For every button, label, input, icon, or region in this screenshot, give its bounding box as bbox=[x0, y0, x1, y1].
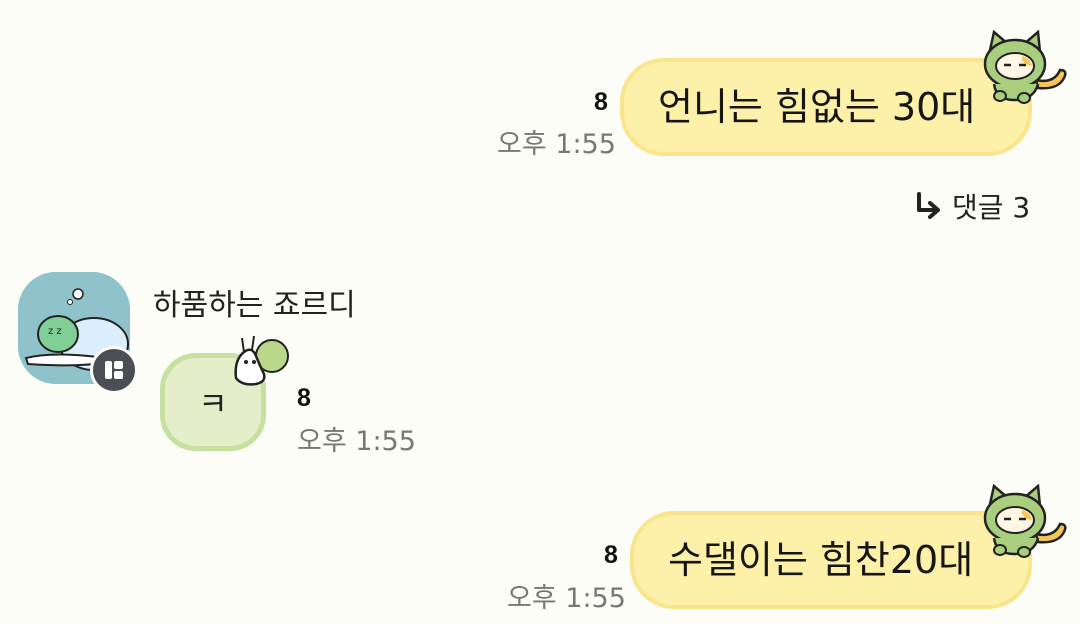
reply-count-label: 댓글 3 bbox=[952, 191, 1031, 224]
unread-count: 8 bbox=[594, 88, 608, 116]
svg-text:z z: z z bbox=[48, 326, 62, 337]
chat-screen: 8 오후 1:55 언니는 힘없는 30대 댓글 3 z z 하품하는 죠르디 … bbox=[0, 0, 1080, 624]
unread-count: 8 bbox=[297, 384, 311, 412]
message-time: 오후 1:55 bbox=[497, 129, 616, 160]
reply-arrow-icon bbox=[917, 192, 940, 219]
message-time: 오후 1:55 bbox=[297, 426, 416, 457]
message-time: 오후 1:55 bbox=[507, 583, 626, 614]
message-text: ㅋ bbox=[198, 385, 228, 423]
outgoing-message-bubble[interactable]: 수댈이는 힘찬20대 bbox=[630, 511, 1032, 609]
book-badge-icon bbox=[105, 361, 123, 379]
message-text: 언니는 힘없는 30대 bbox=[658, 85, 976, 129]
reply-thread-link[interactable]: 댓글 3 bbox=[912, 186, 1030, 226]
message-text: 수댈이는 힘찬20대 bbox=[668, 538, 974, 582]
unread-count: 8 bbox=[604, 541, 618, 569]
cat-sticker-icon bbox=[983, 484, 1067, 558]
cat-sticker-icon bbox=[983, 30, 1067, 104]
sender-name[interactable]: 하품하는 죠르디 bbox=[153, 280, 356, 324]
outgoing-message-bubble[interactable]: 언니는 힘없는 30대 bbox=[620, 58, 1032, 156]
snail-sticker-icon bbox=[234, 335, 289, 386]
profile-badge bbox=[90, 346, 138, 394]
